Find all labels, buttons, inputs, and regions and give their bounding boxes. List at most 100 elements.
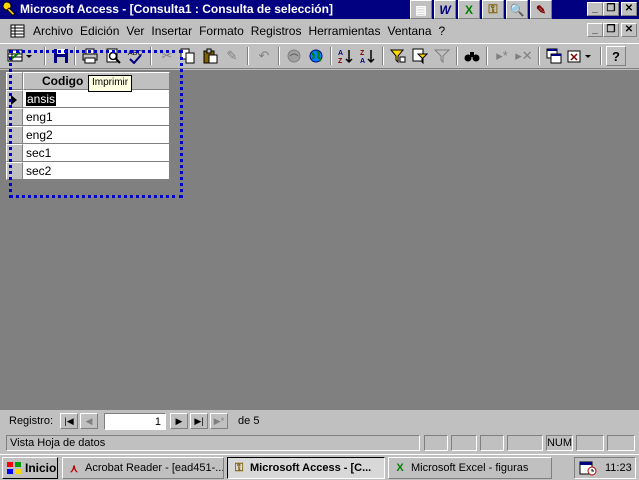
status-text: Vista Hoja de datos <box>6 435 420 451</box>
doc-restore-button[interactable]: ❐ <box>603 23 619 37</box>
record-total: 5 <box>253 415 260 427</box>
status-panel <box>576 435 604 451</box>
table-cell[interactable]: sec2 <box>23 162 170 180</box>
web-toolbar-icon[interactable] <box>306 46 326 66</box>
record-selector[interactable] <box>6 162 23 180</box>
print-preview-icon[interactable] <box>103 46 123 66</box>
format-painter-icon[interactable]: ✎ <box>222 46 242 66</box>
task-label: Acrobat Reader - [ead451-... <box>85 462 224 474</box>
filter-by-selection-icon[interactable] <box>388 46 408 66</box>
status-panel <box>607 435 635 451</box>
restore-button[interactable]: ❐ <box>603 2 619 16</box>
undo-icon[interactable]: ↶ <box>254 46 274 66</box>
task-excel[interactable]: X Microsoft Excel - figuras <box>388 457 552 479</box>
task-label: Microsoft Access - [C... <box>250 462 372 474</box>
minimize-button[interactable]: _ <box>587 2 603 16</box>
title-bar: Microsoft Access - [Consulta1 : Consulta… <box>0 0 639 19</box>
sort-ascending-icon[interactable]: AZ <box>336 46 356 66</box>
table-cell[interactable]: eng2 <box>23 126 170 144</box>
record-selector[interactable] <box>6 144 23 162</box>
database-window-icon[interactable] <box>544 46 564 66</box>
excel-icon[interactable]: X <box>458 0 480 19</box>
view-icon[interactable] <box>6 46 34 66</box>
print-tooltip: Imprimir <box>88 75 133 92</box>
menu-help[interactable]: ? <box>439 24 446 38</box>
office-notepad-icon[interactable]: ▤ <box>410 0 432 19</box>
doc-minimize-button[interactable]: _ <box>587 23 603 37</box>
menu-edicion[interactable]: Edición <box>80 24 119 38</box>
apply-filter-icon[interactable] <box>432 46 452 66</box>
paste-icon[interactable] <box>200 46 220 66</box>
menu-archivo[interactable]: Archivo <box>33 24 73 38</box>
menu-formato[interactable]: Formato <box>199 24 244 38</box>
find-file-icon[interactable]: 🔍 <box>506 0 528 19</box>
taskbar: Inicio ⋏ Acrobat Reader - [ead451-... ⚿ … <box>0 454 639 480</box>
access-key-icon: ⚿ <box>234 461 244 474</box>
cut-icon[interactable]: ✂ <box>157 46 177 66</box>
first-record-icon[interactable]: |◀ <box>60 413 78 429</box>
record-number-input[interactable] <box>104 413 166 430</box>
doc-close-button[interactable]: ✕ <box>621 23 637 37</box>
status-panel <box>480 435 504 451</box>
task-access[interactable]: ⚿ Microsoft Access - [C... <box>227 457 385 479</box>
task-label: Microsoft Excel - figuras <box>411 462 529 474</box>
status-panel <box>424 435 448 451</box>
table-row[interactable]: sec2 <box>6 162 170 180</box>
table-cell[interactable]: ansis <box>23 90 170 108</box>
table-cell[interactable]: sec1 <box>23 144 170 162</box>
column-header-label: Codigo <box>42 74 84 88</box>
print-icon[interactable] <box>80 46 100 66</box>
menu-registros[interactable]: Registros <box>251 24 302 38</box>
record-selector[interactable] <box>6 126 23 144</box>
document-grid-icon[interactable] <box>10 23 26 39</box>
menu-ventana[interactable]: Ventana <box>387 24 431 38</box>
menu-insertar[interactable]: Insertar <box>151 24 192 38</box>
doc-window-controls: _ ❐ ✕ <box>587 23 637 37</box>
sort-descending-icon[interactable]: ZA <box>358 46 378 66</box>
start-button[interactable]: Inicio <box>2 457 58 479</box>
status-panel <box>507 435 543 451</box>
scheduler-icon[interactable] <box>579 460 597 476</box>
last-record-icon[interactable]: ▶| <box>190 413 208 429</box>
menu-ver[interactable]: Ver <box>126 24 144 38</box>
svg-text:Z: Z <box>338 58 343 64</box>
new-record-icon[interactable]: ▸* <box>492 46 512 66</box>
table-cell[interactable]: eng1 <box>23 108 170 126</box>
record-selector[interactable] <box>6 90 23 108</box>
word-icon[interactable]: W <box>434 0 456 19</box>
table-row[interactable]: sec1 <box>6 144 170 162</box>
delete-record-icon[interactable]: ▸✕ <box>514 46 534 66</box>
record-selector[interactable] <box>6 108 23 126</box>
find-icon[interactable] <box>462 46 482 66</box>
table-row[interactable]: ansis <box>6 90 170 108</box>
table-row[interactable]: eng1 <box>6 108 170 126</box>
select-all-corner[interactable] <box>6 72 23 90</box>
task-acrobat[interactable]: ⋏ Acrobat Reader - [ead451-... <box>62 457 224 479</box>
new-record-nav-icon[interactable]: ▶* <box>210 413 228 429</box>
num-lock-indicator: NUM <box>546 435 573 451</box>
menu-herramientas[interactable]: Herramientas <box>308 24 380 38</box>
new-object-icon[interactable] <box>566 46 594 66</box>
excel-icon: X <box>396 462 404 474</box>
filter-by-form-icon[interactable] <box>410 46 430 66</box>
status-bar: Vista Hoja de datos NUM <box>0 433 639 453</box>
next-record-icon[interactable]: ▶ <box>170 413 188 429</box>
status-panel <box>451 435 477 451</box>
access-icon[interactable]: ⚿ <box>482 0 504 19</box>
current-record-arrow-icon <box>11 95 17 105</box>
record-count: de 5 <box>238 415 259 427</box>
table-row[interactable]: eng2 <box>6 126 170 144</box>
access-key-icon[interactable] <box>2 1 18 17</box>
app-window-controls: _ ❐ ✕ <box>587 2 637 16</box>
office-assistant-icon[interactable]: ✎ <box>530 0 552 19</box>
copy-icon[interactable] <box>178 46 198 66</box>
previous-record-icon[interactable]: ◀ <box>80 413 98 429</box>
close-button[interactable]: ✕ <box>621 2 637 16</box>
help-icon[interactable]: ? <box>606 46 626 66</box>
spelling-icon[interactable]: ABC <box>125 46 145 66</box>
office-shortcut-bar: ▤ W X ⚿ 🔍 ✎ <box>410 0 554 19</box>
acrobat-icon: ⋏ <box>69 462 79 475</box>
system-tray: 11:23 <box>574 457 636 479</box>
insert-hyperlink-icon[interactable] <box>284 46 304 66</box>
save-icon[interactable] <box>51 46 71 66</box>
